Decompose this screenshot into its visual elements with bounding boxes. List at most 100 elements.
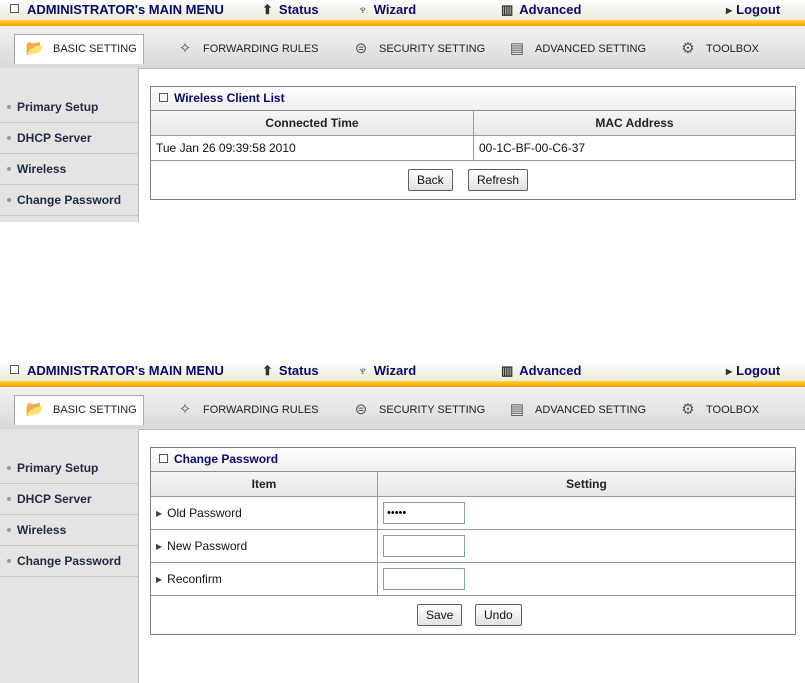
tab-basic-label: BASIC SETTING xyxy=(53,43,137,55)
save-button[interactable]: Save xyxy=(417,604,463,626)
tab-security-setting[interactable]: ⊜ SECURITY SETTING xyxy=(349,397,485,423)
title-box-icon xyxy=(159,93,168,102)
new-password-input[interactable] xyxy=(383,535,465,557)
header-connected-time: Connected Time xyxy=(265,116,359,130)
sidebar-item-wireless[interactable]: Wireless xyxy=(0,515,138,546)
new-password-label: New Password xyxy=(167,539,248,553)
sidebar: Primary Setup DHCP Server Wireless Chang… xyxy=(0,429,139,683)
advanced-link[interactable]: ▥ Advanced xyxy=(501,361,581,381)
sidebar-item-label: Wireless xyxy=(17,162,67,176)
table-row: ▶ New Password xyxy=(151,530,795,563)
advanced-setting-icon: ▤ xyxy=(509,401,525,418)
tab-toolbox[interactable]: ⚙ TOOLBOX xyxy=(676,397,759,423)
top-menu-bar: ADMINISTRATOR's MAIN MENU ⬆ Status ♆ Wizar… xyxy=(0,0,805,20)
panel-title: Wireless Client List xyxy=(151,87,795,111)
bullet-icon xyxy=(7,497,11,501)
new-password-cell xyxy=(378,530,795,562)
menu-box-icon xyxy=(10,4,19,13)
status-label: Status xyxy=(278,363,319,378)
table-row: Tue Jan 26 09:39:58 2010 00-1C-BF-00-C6-… xyxy=(151,136,795,161)
wireless-client-list-panel: Wireless Client List Connected Time MAC … xyxy=(150,86,796,200)
reconfirm-input[interactable] xyxy=(383,568,465,590)
advanced-setting-icon: ▤ xyxy=(509,40,525,57)
old-password-label: Old Password xyxy=(167,506,242,520)
sidebar: Primary Setup DHCP Server Wireless Chang… xyxy=(0,68,139,222)
tab-basic-setting[interactable]: 📂 BASIC SETTING xyxy=(14,395,144,425)
admin-main-menu-link[interactable]: ADMINISTRATOR's MAIN MENU xyxy=(10,0,224,20)
sidebar-item-primary-setup[interactable]: Primary Setup xyxy=(0,92,138,123)
sidebar-item-change-password[interactable]: Change Password xyxy=(0,185,138,216)
change-password-screen: ADMINISTRATOR's MAIN MENU ⬆ Status ♆ Wizar… xyxy=(0,361,805,683)
bullet-icon xyxy=(7,198,11,202)
change-password-panel: Change Password Item Setting ▶ Old Passwo… xyxy=(150,447,796,635)
table-row: ▶ Reconfirm xyxy=(151,563,795,596)
back-button[interactable]: Back xyxy=(408,169,453,191)
sidebar-item-label: Change Password xyxy=(17,193,122,207)
connected-time-value: Tue Jan 26 09:39:58 2010 xyxy=(156,141,296,155)
sidebar-item-primary-setup[interactable]: Primary Setup xyxy=(0,453,138,484)
status-link[interactable]: ⬆ Status xyxy=(262,361,319,381)
sidebar-item-wireless[interactable]: Wireless xyxy=(0,154,138,185)
arrow-right-icon: ▶ xyxy=(726,6,733,15)
wireless-client-list-screen: ADMINISTRATOR's MAIN MENU ⬆ Status ♆ Wizar… xyxy=(0,0,805,222)
wizard-label: Wizard xyxy=(373,363,417,378)
tab-security-label: SECURITY SETTING xyxy=(379,404,486,416)
panel-title-text: Change Password xyxy=(174,452,279,466)
status-person-icon: ⬆ xyxy=(262,2,273,17)
admin-main-menu-link[interactable]: ADMINISTRATOR's MAIN MENU xyxy=(10,361,224,381)
undo-button[interactable]: Undo xyxy=(475,604,522,626)
button-row: Back Refresh xyxy=(151,161,795,199)
tab-forwarding-rules[interactable]: ✧ FORWARDING RULES xyxy=(173,36,319,62)
wizard-link[interactable]: ♆ Wizard xyxy=(358,361,416,381)
logout-link[interactable]: ▶ Logout xyxy=(726,0,780,20)
old-password-input[interactable] xyxy=(383,502,465,524)
sidebar-item-label: Change Password xyxy=(17,554,122,568)
sidebar-item-change-password[interactable]: Change Password xyxy=(0,546,138,577)
header-mac-address: MAC Address xyxy=(595,116,674,130)
sidebar-item-label: DHCP Server xyxy=(17,492,92,506)
bullet-icon xyxy=(7,559,11,563)
reconfirm-label: Reconfirm xyxy=(167,572,222,586)
folder-icon: 📂 xyxy=(25,401,45,418)
wizard-label: Wizard xyxy=(373,2,417,17)
table-row: ▶ Old Password xyxy=(151,497,795,530)
tab-forwarding-rules[interactable]: ✧ FORWARDING RULES xyxy=(173,397,319,423)
tab-security-label: SECURITY SETTING xyxy=(379,43,486,55)
sidebar-item-label: Primary Setup xyxy=(17,100,99,114)
advanced-link[interactable]: ▥ Advanced xyxy=(501,0,581,20)
bullet-icon xyxy=(7,136,11,140)
toolbox-icon: ⚙ xyxy=(681,40,695,57)
mac-address-value: 00-1C-BF-00-C6-37 xyxy=(479,141,586,155)
tab-basic-setting[interactable]: 📂 BASIC SETTING xyxy=(14,34,144,64)
admin-main-menu-label: ADMINISTRATOR's MAIN MENU xyxy=(27,2,224,17)
sidebar-item-dhcp-server[interactable]: DHCP Server xyxy=(0,484,138,515)
logout-link[interactable]: ▶ Logout xyxy=(726,361,780,381)
logout-label: Logout xyxy=(736,363,781,378)
old-password-cell xyxy=(378,497,795,529)
advanced-icon: ▥ xyxy=(501,2,514,17)
tab-toolbox-label: TOOLBOX xyxy=(706,404,759,416)
bullet-icon xyxy=(7,105,11,109)
tab-advanced-setting[interactable]: ▤ ADVANCED SETTING xyxy=(505,36,646,62)
sidebar-item-label: Primary Setup xyxy=(17,461,99,475)
arrow-right-icon: ▶ xyxy=(156,509,163,518)
tab-advanced-label: ADVANCED SETTING xyxy=(535,404,647,416)
row-label-reconfirm: ▶ Reconfirm xyxy=(151,563,376,595)
forwarding-icon: ✧ xyxy=(178,401,192,418)
bullet-icon xyxy=(7,528,11,532)
row-label-new-password: ▶ New Password xyxy=(151,530,376,562)
bullet-icon xyxy=(7,466,11,470)
tab-security-setting[interactable]: ⊜ SECURITY SETTING xyxy=(349,36,485,62)
refresh-button[interactable]: Refresh xyxy=(468,169,529,191)
header-item: Item xyxy=(251,477,277,491)
arrow-right-icon: ▶ xyxy=(726,367,733,376)
status-label: Status xyxy=(278,2,319,17)
sidebar-item-dhcp-server[interactable]: DHCP Server xyxy=(0,123,138,154)
advanced-label: Advanced xyxy=(519,2,582,17)
status-link[interactable]: ⬆ Status xyxy=(262,0,319,20)
tab-toolbox[interactable]: ⚙ TOOLBOX xyxy=(676,36,759,62)
wizard-link[interactable]: ♆ Wizard xyxy=(358,0,416,20)
arrow-right-icon: ▶ xyxy=(156,542,163,551)
tab-advanced-setting[interactable]: ▤ ADVANCED SETTING xyxy=(505,397,646,423)
table-header: Item Setting xyxy=(151,472,795,497)
